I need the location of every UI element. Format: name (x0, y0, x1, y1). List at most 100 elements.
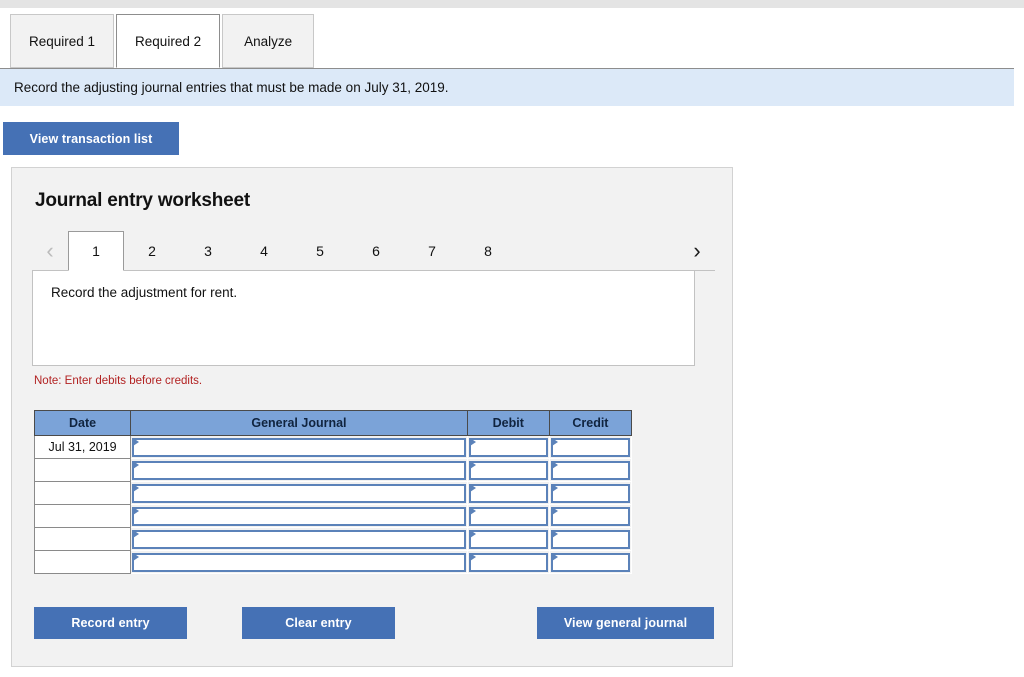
account-input-6[interactable] (134, 556, 464, 571)
worksheet-page-3[interactable]: 3 (180, 231, 236, 270)
table-row: Jul 31, 2019 (33, 435, 633, 459)
worksheet-page-1[interactable]: 1 (68, 231, 124, 271)
account-input-1[interactable] (134, 441, 464, 456)
table-row (33, 458, 633, 482)
cell-date-6 (33, 550, 132, 574)
column-header-general-journal: General Journal (130, 410, 468, 436)
debit-input-2[interactable] (470, 464, 546, 479)
journal-entry-table: Date General Journal Debit Credit Jul 31… (33, 410, 633, 574)
debit-input-3[interactable] (470, 487, 546, 502)
account-selector-5[interactable] (132, 529, 466, 549)
account-input-2[interactable] (134, 464, 464, 479)
cell-date-5 (33, 527, 132, 551)
view-general-journal-button[interactable]: View general journal (537, 607, 714, 639)
cell-general-journal-1[interactable] (130, 435, 468, 459)
record-entry-button[interactable]: Record entry (34, 607, 187, 639)
debit-field-6[interactable] (468, 552, 548, 572)
worksheet-pagination: ‹ 1 2 3 4 5 6 7 8 › (32, 231, 715, 271)
cell-debit-2[interactable] (466, 458, 550, 482)
cell-debit-6[interactable] (466, 550, 550, 574)
worksheet-page-5[interactable]: 5 (292, 231, 348, 270)
debit-input-1[interactable] (470, 441, 546, 456)
account-selector-4[interactable] (132, 506, 466, 526)
tab-required-1-label: Required 1 (29, 33, 96, 49)
account-input-4[interactable] (134, 510, 464, 525)
worksheet-page-8[interactable]: 8 (460, 231, 516, 270)
credit-input-4[interactable] (552, 510, 628, 525)
table-row (33, 481, 633, 505)
cell-debit-4[interactable] (466, 504, 550, 528)
column-header-date: Date (33, 410, 132, 436)
cell-credit-6[interactable] (548, 550, 633, 574)
worksheet-page-6[interactable]: 6 (348, 231, 404, 270)
worksheet-page-4[interactable]: 4 (236, 231, 292, 270)
debit-field-4[interactable] (468, 506, 548, 526)
cell-debit-3[interactable] (466, 481, 550, 505)
chevron-left-icon[interactable]: ‹ (32, 231, 68, 270)
table-header-row: Date General Journal Debit Credit (33, 410, 633, 436)
cell-general-journal-2[interactable] (130, 458, 468, 482)
tab-required-1[interactable]: Required 1 (10, 14, 115, 68)
cell-debit-1[interactable] (466, 435, 550, 459)
credit-field-3[interactable] (550, 483, 630, 503)
worksheet-title: Journal entry worksheet (35, 190, 251, 211)
account-input-5[interactable] (134, 533, 464, 548)
credit-input-2[interactable] (552, 464, 628, 479)
credit-input-6[interactable] (552, 556, 628, 571)
worksheet-page-7[interactable]: 7 (404, 231, 460, 270)
debit-field-3[interactable] (468, 483, 548, 503)
table-row (33, 504, 633, 528)
cell-general-journal-4[interactable] (130, 504, 468, 528)
debit-input-5[interactable] (470, 533, 546, 548)
credit-input-3[interactable] (552, 487, 628, 502)
tab-required-2-label: Required 2 (135, 33, 202, 49)
credit-field-4[interactable] (550, 506, 630, 526)
account-selector-6[interactable] (132, 552, 466, 572)
tab-required-2[interactable]: Required 2 (116, 14, 221, 68)
account-input-3[interactable] (134, 487, 464, 502)
top-gray-strip (0, 0, 1024, 8)
account-selector-1[interactable] (132, 437, 466, 457)
requirement-tab-bar: Required 1 Required 2 Analyze (10, 14, 316, 68)
credit-field-1[interactable] (550, 437, 630, 457)
cell-credit-4[interactable] (548, 504, 633, 528)
tab-analyze[interactable]: Analyze (222, 14, 315, 68)
cell-credit-1[interactable] (548, 435, 633, 459)
journal-entry-table-body: Jul 31, 2019 (33, 435, 633, 574)
table-row (33, 527, 633, 551)
credit-field-5[interactable] (550, 529, 630, 549)
view-transaction-list-button[interactable]: View transaction list (3, 122, 179, 155)
credit-input-5[interactable] (552, 533, 628, 548)
column-header-debit: Debit (466, 410, 550, 436)
cell-general-journal-5[interactable] (130, 527, 468, 551)
cell-credit-5[interactable] (548, 527, 633, 551)
instruction-banner: Record the adjusting journal entries tha… (0, 68, 1014, 106)
clear-entry-button[interactable]: Clear entry (242, 607, 395, 639)
cell-date-2 (33, 458, 132, 482)
debit-input-6[interactable] (470, 556, 546, 571)
cell-date-1: Jul 31, 2019 (33, 435, 132, 459)
cell-general-journal-6[interactable] (130, 550, 468, 574)
chevron-right-icon[interactable]: › (679, 231, 715, 270)
cell-date-3 (33, 481, 132, 505)
debit-field-1[interactable] (468, 437, 548, 457)
tab-analyze-label: Analyze (244, 33, 293, 49)
debits-before-credits-note: Note: Enter debits before credits. (34, 375, 203, 387)
cell-debit-5[interactable] (466, 527, 550, 551)
account-selector-3[interactable] (132, 483, 466, 503)
debit-input-4[interactable] (470, 510, 546, 525)
worksheet-action-row: Record entry Clear entry View general jo… (34, 607, 716, 639)
cell-general-journal-3[interactable] (130, 481, 468, 505)
credit-field-6[interactable] (550, 552, 630, 572)
cell-credit-2[interactable] (548, 458, 633, 482)
worksheet-page-2[interactable]: 2 (124, 231, 180, 270)
credit-field-2[interactable] (550, 460, 630, 480)
debit-field-5[interactable] (468, 529, 548, 549)
credit-input-1[interactable] (552, 441, 628, 456)
table-row (33, 550, 633, 574)
worksheet-prompt-text: Record the adjustment for rent. (51, 285, 238, 300)
debit-field-2[interactable] (468, 460, 548, 480)
column-header-credit: Credit (548, 410, 633, 436)
cell-credit-3[interactable] (548, 481, 633, 505)
account-selector-2[interactable] (132, 460, 466, 480)
